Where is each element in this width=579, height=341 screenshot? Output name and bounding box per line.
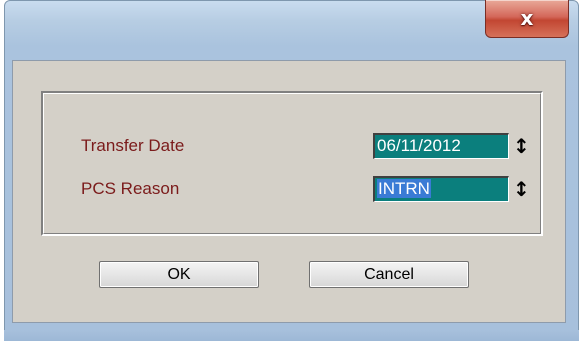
transfer-date-spinner-icon[interactable]: ↕ bbox=[513, 134, 530, 158]
ok-button[interactable]: OK bbox=[99, 261, 259, 288]
cancel-button[interactable]: Cancel bbox=[309, 261, 469, 288]
pcs-reason-spinner-icon[interactable]: ↕ bbox=[513, 177, 530, 201]
dialog-client-area: Transfer Date 06/11/2012 ↕ PCS Reason IN… bbox=[12, 60, 566, 323]
pcs-reason-label: PCS Reason bbox=[81, 179, 180, 198]
window-frame-bottom bbox=[4, 330, 579, 341]
transfer-date-value: 06/11/2012 bbox=[377, 136, 461, 155]
transfer-date-label: Transfer Date bbox=[81, 136, 185, 155]
pcs-reason-value: INTRN bbox=[377, 179, 431, 198]
fields-group-box: Transfer Date 06/11/2012 ↕ PCS Reason IN… bbox=[41, 91, 543, 236]
transfer-date-field[interactable]: 06/11/2012 bbox=[373, 133, 509, 159]
close-icon: x bbox=[520, 5, 534, 30]
close-button[interactable]: x bbox=[485, 0, 569, 38]
pcs-reason-field[interactable]: INTRN bbox=[373, 176, 509, 202]
dialog-window: x Transfer Date 06/11/2012 ↕ PCS Reason … bbox=[0, 0, 579, 341]
